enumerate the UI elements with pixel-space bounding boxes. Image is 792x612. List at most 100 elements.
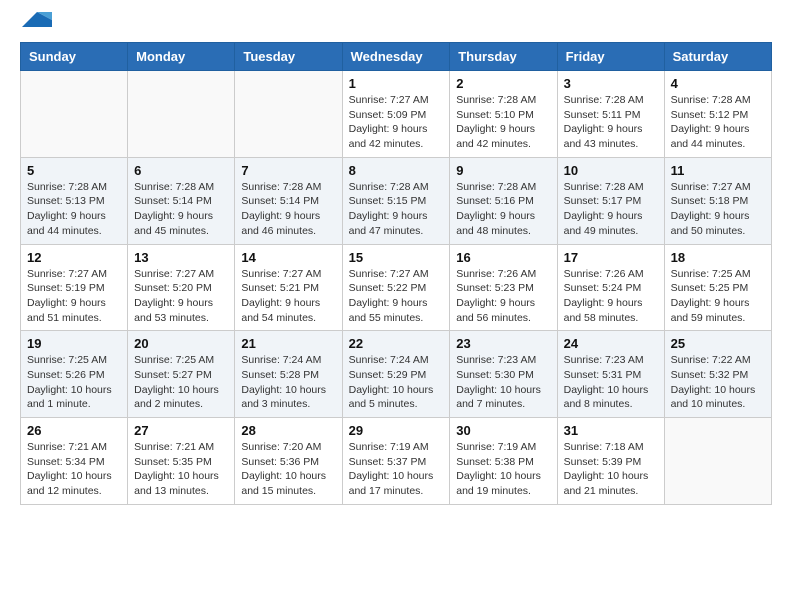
day-info: Sunrise: 7:27 AM Sunset: 5:22 PM Dayligh… [349,267,444,326]
weekday-header-sunday: Sunday [21,43,128,71]
calendar-day-cell: 4Sunrise: 7:28 AM Sunset: 5:12 PM Daylig… [664,71,771,158]
day-number: 12 [27,250,121,265]
day-number: 27 [134,423,228,438]
day-info: Sunrise: 7:27 AM Sunset: 5:21 PM Dayligh… [241,267,335,326]
day-info: Sunrise: 7:27 AM Sunset: 5:19 PM Dayligh… [27,267,121,326]
day-number: 31 [564,423,658,438]
day-info: Sunrise: 7:18 AM Sunset: 5:39 PM Dayligh… [564,440,658,499]
day-number: 28 [241,423,335,438]
day-info: Sunrise: 7:19 AM Sunset: 5:38 PM Dayligh… [456,440,550,499]
calendar-day-cell: 28 Sunrise: 7:20 AM Sunset: 5:36 PM Dayli… [235,418,342,505]
calendar-day-cell: 26 Sunrise: 7:21 AM Sunset: 5:34 PM Dayli… [21,418,128,505]
day-info: Sunrise: 7:28 AM Sunset: 5:13 PM Dayligh… [27,180,121,239]
day-number: 10 [564,163,658,178]
logo [20,20,52,32]
day-info: Sunrise: 7:25 AM Sunset: 5:25 PM Dayligh… [671,267,765,326]
day-info: Sunrise: 7:25 AM Sunset: 5:26 PM Dayligh… [27,353,121,412]
calendar-week-row: 5Sunrise: 7:28 AM Sunset: 5:13 PM Daylig… [21,157,772,244]
calendar-day-cell: 2 Sunrise: 7:28 AM Sunset: 5:10 PM Daylig… [450,71,557,158]
day-info: Sunrise: 7:21 AM Sunset: 5:34 PM Dayligh… [27,440,121,499]
day-number: 29 [349,423,444,438]
day-info: Sunrise: 7:21 AM Sunset: 5:35 PM Dayligh… [134,440,228,499]
day-number: 13 [134,250,228,265]
calendar-day-cell [664,418,771,505]
day-number: 26 [27,423,121,438]
calendar-day-cell: 11 Sunrise: 7:27 AM Sunset: 5:18 PM Dayli… [664,157,771,244]
day-number: 21 [241,336,335,351]
calendar-day-cell: 10 Sunrise: 7:28 AM Sunset: 5:17 PM Dayli… [557,157,664,244]
page-header [20,20,772,32]
day-info: Sunrise: 7:28 AM Sunset: 5:15 PM Dayligh… [349,180,444,239]
weekday-header-saturday: Saturday [664,43,771,71]
calendar-day-cell [21,71,128,158]
calendar-day-cell: 19 Sunrise: 7:25 AM Sunset: 5:26 PM Dayli… [21,331,128,418]
weekday-header-row: SundayMondayTuesdayWednesdayThursdayFrid… [21,43,772,71]
day-number: 20 [134,336,228,351]
weekday-header-tuesday: Tuesday [235,43,342,71]
day-info: Sunrise: 7:22 AM Sunset: 5:32 PM Dayligh… [671,353,765,412]
day-number: 30 [456,423,550,438]
calendar-day-cell: 8 Sunrise: 7:28 AM Sunset: 5:15 PM Daylig… [342,157,450,244]
day-info: Sunrise: 7:28 AM Sunset: 5:14 PM Dayligh… [134,180,228,239]
day-number: 8 [349,163,444,178]
day-info: Sunrise: 7:19 AM Sunset: 5:37 PM Dayligh… [349,440,444,499]
day-info: Sunrise: 7:24 AM Sunset: 5:29 PM Dayligh… [349,353,444,412]
calendar-week-row: 12 Sunrise: 7:27 AM Sunset: 5:19 PM Dayli… [21,244,772,331]
day-info: Sunrise: 7:26 AM Sunset: 5:24 PM Dayligh… [564,267,658,326]
weekday-header-thursday: Thursday [450,43,557,71]
calendar-day-cell: 13 Sunrise: 7:27 AM Sunset: 5:20 PM Dayli… [128,244,235,331]
calendar-week-row: 26 Sunrise: 7:21 AM Sunset: 5:34 PM Dayli… [21,418,772,505]
day-number: 9 [456,163,550,178]
day-info: Sunrise: 7:20 AM Sunset: 5:36 PM Dayligh… [241,440,335,499]
calendar-day-cell: 9 Sunrise: 7:28 AM Sunset: 5:16 PM Daylig… [450,157,557,244]
calendar-day-cell: 22 Sunrise: 7:24 AM Sunset: 5:29 PM Dayli… [342,331,450,418]
day-number: 22 [349,336,444,351]
calendar-day-cell: 21 Sunrise: 7:24 AM Sunset: 5:28 PM Dayli… [235,331,342,418]
day-info: Sunrise: 7:26 AM Sunset: 5:23 PM Dayligh… [456,267,550,326]
day-info: Sunrise: 7:27 AM Sunset: 5:20 PM Dayligh… [134,267,228,326]
calendar-day-cell: 23 Sunrise: 7:23 AM Sunset: 5:30 PM Dayli… [450,331,557,418]
calendar-day-cell: 31 Sunrise: 7:18 AM Sunset: 5:39 PM Dayli… [557,418,664,505]
weekday-header-friday: Friday [557,43,664,71]
calendar-day-cell: 14 Sunrise: 7:27 AM Sunset: 5:21 PM Dayli… [235,244,342,331]
day-number: 23 [456,336,550,351]
day-info: Sunrise: 7:25 AM Sunset: 5:27 PM Dayligh… [134,353,228,412]
day-number: 16 [456,250,550,265]
day-info: Sunrise: 7:23 AM Sunset: 5:30 PM Dayligh… [456,353,550,412]
calendar-week-row: 19 Sunrise: 7:25 AM Sunset: 5:26 PM Dayli… [21,331,772,418]
day-number: 7 [241,163,335,178]
calendar-day-cell [235,71,342,158]
day-info: Sunrise: 7:28 AM Sunset: 5:11 PM Dayligh… [564,93,658,152]
weekday-header-wednesday: Wednesday [342,43,450,71]
day-number: 24 [564,336,658,351]
day-info: Sunrise: 7:23 AM Sunset: 5:31 PM Dayligh… [564,353,658,412]
day-number: 14 [241,250,335,265]
day-number: 18 [671,250,765,265]
calendar-day-cell: 30 Sunrise: 7:19 AM Sunset: 5:38 PM Dayli… [450,418,557,505]
calendar-day-cell: 3Sunrise: 7:28 AM Sunset: 5:11 PM Daylig… [557,71,664,158]
calendar-day-cell: 17Sunrise: 7:26 AM Sunset: 5:24 PM Dayli… [557,244,664,331]
day-info: Sunrise: 7:28 AM Sunset: 5:17 PM Dayligh… [564,180,658,239]
calendar-day-cell: 25 Sunrise: 7:22 AM Sunset: 5:32 PM Dayli… [664,331,771,418]
calendar-day-cell: 20 Sunrise: 7:25 AM Sunset: 5:27 PM Dayli… [128,331,235,418]
logo-icon [22,12,52,32]
day-info: Sunrise: 7:28 AM Sunset: 5:16 PM Dayligh… [456,180,550,239]
day-number: 2 [456,76,550,91]
day-number: 19 [27,336,121,351]
day-info: Sunrise: 7:27 AM Sunset: 5:18 PM Dayligh… [671,180,765,239]
day-info: Sunrise: 7:24 AM Sunset: 5:28 PM Dayligh… [241,353,335,412]
calendar-day-cell: 18 Sunrise: 7:25 AM Sunset: 5:25 PM Dayli… [664,244,771,331]
day-number: 25 [671,336,765,351]
calendar-day-cell: 7 Sunrise: 7:28 AM Sunset: 5:14 PM Daylig… [235,157,342,244]
day-number: 15 [349,250,444,265]
weekday-header-monday: Monday [128,43,235,71]
day-info: Sunrise: 7:28 AM Sunset: 5:14 PM Dayligh… [241,180,335,239]
calendar-table: SundayMondayTuesdayWednesdayThursdayFrid… [20,42,772,505]
calendar-day-cell: 5Sunrise: 7:28 AM Sunset: 5:13 PM Daylig… [21,157,128,244]
calendar-day-cell: 29 Sunrise: 7:19 AM Sunset: 5:37 PM Dayli… [342,418,450,505]
day-info: Sunrise: 7:28 AM Sunset: 5:10 PM Dayligh… [456,93,550,152]
day-number: 1 [349,76,444,91]
day-number: 11 [671,163,765,178]
calendar-day-cell: 15 Sunrise: 7:27 AM Sunset: 5:22 PM Dayli… [342,244,450,331]
calendar-week-row: 1Sunrise: 7:27 AM Sunset: 5:09 PM Daylig… [21,71,772,158]
